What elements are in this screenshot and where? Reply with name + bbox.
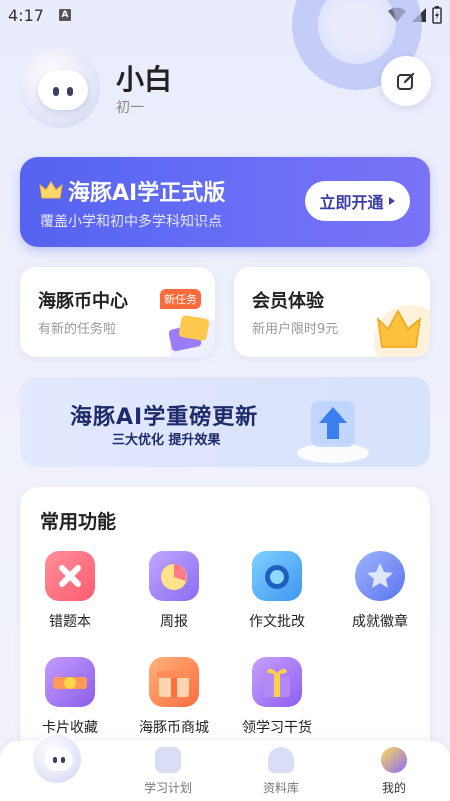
function-label: 作文批改 [249, 614, 305, 630]
badge-icon [355, 551, 405, 601]
function-essay-correction[interactable]: 作文批改 [227, 551, 327, 631]
notification-a-icon: A [59, 9, 71, 21]
nav-tab-mine[interactable]: 我的 [354, 747, 434, 796]
function-label: 错题本 [49, 614, 91, 630]
profile-icon [381, 747, 407, 773]
edit-profile-button[interactable] [381, 56, 431, 106]
battery-icon [432, 6, 442, 24]
edit-icon [397, 72, 415, 90]
open-vip-button[interactable]: 立即开通 [305, 181, 410, 221]
function-achievement-badges[interactable]: 成就徽章 [330, 551, 430, 631]
card-collection-icon [45, 657, 95, 707]
play-arrow-icon [388, 197, 395, 205]
member-trial-subtitle: 新用户限时9元 [252, 322, 339, 337]
promo-subtitle: 三大优化 提升效果 [112, 433, 221, 448]
nav-tab-label: 学习计划 [143, 781, 192, 795]
function-card-collection[interactable]: 卡片收藏 [20, 657, 120, 737]
new-task-badge: 新任务 [160, 289, 201, 309]
study-plan-icon [155, 747, 181, 773]
user-name: 小白 [116, 63, 173, 96]
gift-shop-icon [149, 657, 199, 707]
update-promo-banner[interactable]: 海豚AI学重磅更新 三大优化 提升效果 [20, 377, 430, 467]
function-label: 成就徽章 [352, 614, 408, 630]
function-coin-mall[interactable]: 海豚币商城 [124, 657, 224, 737]
coin-center-subtitle: 有新的任务啦 [38, 322, 117, 337]
function-label: 周报 [160, 614, 188, 630]
vip-banner[interactable]: 海豚AI学正式版 覆盖小学和初中多学科知识点 立即开通 [20, 157, 430, 247]
status-time: 4:17 [8, 6, 44, 25]
nav-tab-label: 资料库 [262, 781, 299, 795]
nav-avatar[interactable] [31, 733, 83, 785]
function-label: 卡片收藏 [42, 720, 98, 736]
coin-center-title: 海豚币中心 [38, 291, 128, 312]
library-icon [268, 747, 294, 773]
gift-box-icon [252, 657, 302, 707]
function-label: 海豚币商城 [139, 720, 209, 736]
nav-tab-label: 我的 [381, 781, 406, 795]
nav-tab-study-plan[interactable]: 学习计划 [128, 747, 208, 796]
nav-tab-library[interactable]: 资料库 [241, 747, 321, 796]
crown-icon [39, 181, 63, 199]
user-grade: 初一 [116, 100, 144, 116]
avatar[interactable] [20, 48, 100, 128]
function-wrong-answers[interactable]: 错题本 [20, 551, 120, 631]
vip-banner-title: 海豚AI学正式版 [68, 181, 226, 206]
coin-cards-icon [168, 315, 215, 357]
member-crown-icon [374, 305, 430, 357]
function-learning-goodies[interactable]: 领学习干货 [227, 657, 327, 737]
common-functions-title: 常用功能 [40, 511, 117, 533]
common-functions-panel: 常用功能 错题本 周报 作文批改 成就徽章 卡片收藏 海豚币商城 领学习干货 [20, 487, 430, 777]
vip-banner-subtitle: 覆盖小学和初中多学科知识点 [40, 214, 222, 230]
member-trial-card[interactable]: 会员体验 新用户限时9元 [234, 267, 430, 357]
function-weekly-report[interactable]: 周报 [124, 551, 224, 631]
open-vip-button-label: 立即开通 [319, 193, 384, 212]
avatar-face-icon [38, 70, 88, 110]
upgrade-arrow-icon [297, 401, 369, 463]
weekly-report-icon [149, 551, 199, 601]
wrong-answers-icon [45, 551, 95, 601]
bottom-navigation: 学习计划 资料库 我的 [0, 733, 450, 801]
nav-avatar-face-icon [45, 749, 73, 771]
promo-title: 海豚AI学重磅更新 [70, 405, 259, 430]
function-label: 领学习干货 [242, 720, 312, 736]
member-trial-title: 会员体验 [252, 291, 324, 312]
coin-center-card[interactable]: 海豚币中心 新任务 有新的任务啦 [20, 267, 215, 357]
camera-icon [252, 551, 302, 601]
